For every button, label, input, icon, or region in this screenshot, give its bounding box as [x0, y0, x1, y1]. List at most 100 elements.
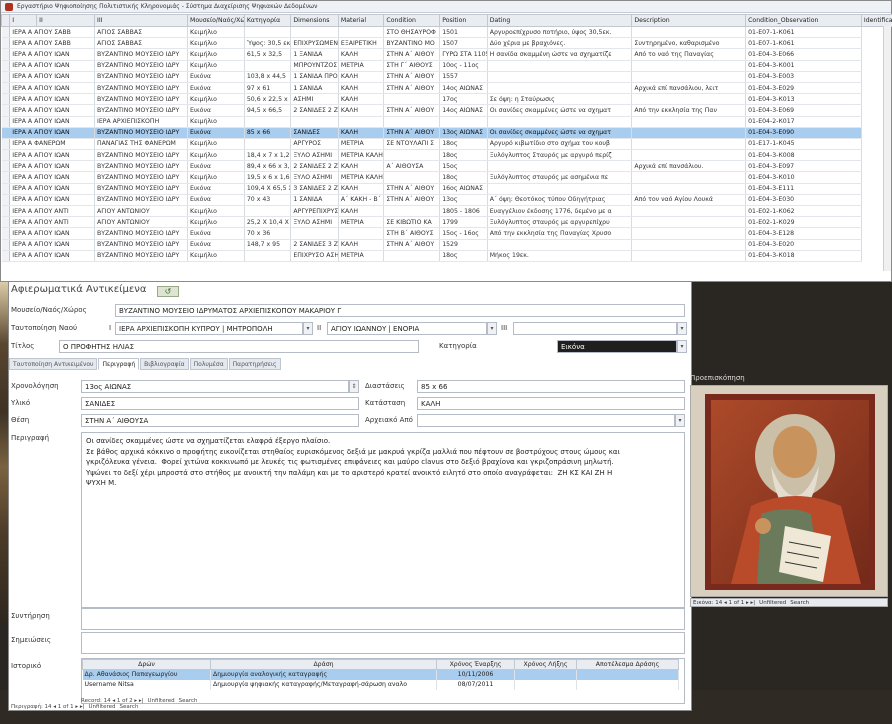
select-all-cell[interactable] [0, 14, 11, 27]
church-i-field[interactable]: ΙΕΡΑ ΑΡΧΙΕΠΙΣΚΟΠΗ ΚΥΠΡΟΥ | ΜΗΤΡΟΠΟΛΗ [115, 322, 303, 335]
table-cell[interactable]: ΙΕΡΑ Α ΑΓΙΟΥ ΙΩΑΝ [9, 183, 96, 195]
tab-description[interactable]: Περιγραφή [98, 358, 140, 370]
table-cell[interactable]: Από το ναό της Παναγίας [631, 48, 747, 61]
row-selector[interactable] [1, 227, 11, 240]
table-cell[interactable]: ΓΥΡΩ ΣΤΑ 1105 [439, 48, 488, 61]
table-cell[interactable] [631, 26, 747, 39]
table-cell[interactable] [631, 183, 747, 195]
form-search-box[interactable]: Search [120, 704, 139, 710]
table-cell[interactable] [631, 250, 747, 262]
table-cell[interactable]: Αργυρό κιβωτίδιο στο σχήμα του κουβ [487, 138, 633, 151]
table-cell[interactable]: Κειμήλιο [187, 48, 245, 61]
history-col-actor[interactable]: Δρών [82, 659, 211, 670]
col-header-condition[interactable]: Condition [383, 14, 441, 27]
preview-record-nav[interactable]: Εικόνα: 14 ◂ 1 of 1 ▸ ▸| [693, 600, 755, 606]
museum-field[interactable]: ΒΥΖΑΝΤΙΝΟ ΜΟΥΣΕΙΟ ΙΔΡΥΜΑΤΟΣ ΑΡΧΙΕΠΙΣΚΟΠΟ… [115, 304, 685, 317]
table-cell[interactable]: 2 ΣΑΝΙΔΕΣ 2 ΖΥΓ [290, 160, 339, 173]
table-cell[interactable]: ΙΕΡΑ Α ΑΓΙΟΥ ΙΩΑΝ [9, 127, 96, 139]
table-row[interactable]: ΙΕΡΑ Α ΑΓΙΟΥ ΙΩΑΝ ΙΕΡΑ ΑΡΧΙΕΠΙΣΚΟΠΗ Κειμήλ… [1, 116, 892, 128]
history-col-result[interactable]: Αποτέλεσμα Δράσης [576, 659, 679, 670]
col-header-condition-observation[interactable]: Condition_Observation [745, 14, 862, 27]
history-cell[interactable]: Δημιουργία αναλογικής καταγραφής [210, 669, 437, 680]
table-cell[interactable]: Κειμήλιο [187, 216, 245, 229]
table-cell[interactable]: 1799 [439, 216, 488, 229]
history-col-action[interactable]: Δράση [210, 659, 437, 670]
table-cell[interactable]: Δύο χέρια με βραχιόνες. [487, 37, 633, 50]
table-cell[interactable]: 18ος [439, 149, 488, 162]
table-row[interactable]: ΙΕΡΑ Α ΑΓΙΟΥ ΙΩΑΝ ΒΥΖΑΝΤΙΝΟ ΜΟΥΣΕΙΟ ΙΔΡΥ Ε… [1, 194, 892, 207]
table-cell[interactable]: Α΄ ΑΙΘΟΥΣΑ [383, 160, 441, 173]
table-cell[interactable]: 1 ΣΑΝΙΔΑ [290, 82, 339, 95]
table-cell[interactable]: Κειμήλιο [187, 250, 245, 262]
table-cell[interactable]: ΚΑΛΗ [338, 104, 385, 117]
row-selector[interactable] [1, 93, 11, 106]
row-selector[interactable] [1, 138, 11, 151]
table-cell[interactable]: ΒΥΖΑΝΤΙΝΟ ΜΟΥΣΕΙΟ ΙΔΡΥ [94, 160, 189, 173]
history-cell[interactable]: Username Nitsa [82, 679, 211, 690]
table-cell[interactable]: 01-Ε04-3-Е111 [745, 183, 862, 195]
table-cell[interactable]: ΞΥΛΟ ΑΣΗΜΙ [290, 216, 339, 229]
history-row[interactable]: Username Nitsa Δημιουργία ψηφιακής καταγ… [82, 679, 679, 690]
table-cell[interactable]: Κειμήλιο [187, 116, 245, 128]
condition-field[interactable]: ΚΑΛΗ [417, 397, 685, 410]
history-cell[interactable]: 10/11/2006 [436, 669, 515, 680]
table-cell[interactable] [487, 116, 633, 128]
table-cell[interactable]: 148,7 x 95 [244, 239, 292, 251]
table-cell[interactable]: ΙΕΡΑ Α ΑΓΙΟΥ ΙΩΑΝ [9, 239, 96, 251]
table-row[interactable]: ΙΕΡΑ Α ΑΓΙΟΥ ΙΩΑΝ ΒΥΖΑΝΤΙΝΟ ΜΟΥΣΕΙΟ ΙΔΡΥ Ε… [1, 71, 892, 83]
table-cell[interactable]: 70 x 43 [244, 194, 292, 207]
table-cell[interactable]: 19,5 x 6 x 1,6 [244, 171, 292, 184]
table-cell[interactable]: ΜΕΤΡΙΑ ΚΑΛΗ [338, 171, 385, 184]
archive-field[interactable] [417, 414, 675, 427]
table-cell[interactable]: 50,6 x 22,5 x 2, [244, 93, 292, 106]
church-iii-dropdown[interactable]: ▾ [677, 322, 687, 335]
table-cell[interactable]: ΣΤΗΝ Α΄ ΑΙΘΟΥ [383, 127, 441, 139]
table-cell[interactable]: 01-Ε04-2-К017 [745, 116, 862, 128]
row-selector[interactable] [1, 205, 11, 218]
table-cell[interactable] [383, 116, 441, 128]
table-cell[interactable]: ΣΤΗΝ Α΄ ΑΙΘΟΥ [383, 183, 441, 195]
history-row[interactable]: Δρ. Αθανάσιος Παπαγεωργίου Δημιουργία αν… [82, 669, 679, 680]
table-cell[interactable]: ΙΕΡΑ Α ΦΑΝΕΡΩΜ [9, 138, 96, 151]
table-cell[interactable]: 01-Ε04-3-Е020 [745, 239, 862, 251]
table-cell[interactable] [487, 183, 633, 195]
table-cell[interactable]: 18ος [439, 171, 488, 184]
table-cell[interactable]: Συντηρημένο, καθαρισμένο [631, 37, 747, 50]
table-cell[interactable] [244, 26, 292, 39]
table-cell[interactable]: Κειμήλιο [187, 26, 245, 39]
table-cell[interactable]: ΑΓΙΟΣ ΣΑΒΒΑΣ [94, 26, 189, 39]
table-row[interactable]: ΙΕΡΑ Α ΑΓΙΟΥ ΙΩΑΝ ΒΥΖΑΝΤΙΝΟ ΜΟΥΣΕΙΟ ΙΔΡΥ Ε… [1, 227, 892, 240]
table-cell[interactable]: 109,4 X 65,5 X 3, [244, 183, 292, 195]
row-selector[interactable] [1, 239, 11, 251]
table-cell[interactable]: 13ος [439, 194, 488, 207]
table-cell[interactable]: Από την εκκλησία της Παν [631, 104, 747, 117]
table-cell[interactable]: ΒΥΖΑΝΤΙΝΟ ΜΟ [383, 37, 441, 50]
table-cell[interactable]: Ύψος: 30,5 εκ., [244, 37, 292, 50]
table-cell[interactable] [631, 205, 747, 218]
table-cell[interactable]: 97 x 61 [244, 82, 292, 95]
window-titlebar[interactable]: Εργαστήριο Ψηφιοποίησης Πολιτιστικής Κλη… [1, 1, 891, 13]
tab-observations[interactable]: Παρατηρήσεις [228, 358, 281, 370]
table-cell[interactable]: ΣΕ ΚΙΒΩΤΙΟ ΚΑ [383, 216, 441, 229]
table-cell[interactable]: Κειμήλιο [187, 149, 245, 162]
table-cell[interactable]: 01-Ε02-1-К029 [745, 216, 862, 229]
row-selector[interactable] [1, 183, 11, 195]
table-cell[interactable]: 01-Ε04-3-Е069 [745, 104, 862, 117]
table-cell[interactable]: 01-Ε04-3-Е128 [745, 227, 862, 240]
table-cell[interactable]: ΣΤΗ Γ΄ ΑΙΘΟΥΣ [383, 60, 441, 72]
table-cell[interactable]: Η σανίδα σκαμμένη ώστε να σχηματίζε [487, 48, 633, 61]
table-cell[interactable]: 01-Ε04-3-Е030 [745, 194, 862, 207]
table-cell[interactable]: 85 x 66 [244, 127, 292, 139]
table-cell[interactable]: Εικόνα [187, 127, 245, 139]
tab-multimedia[interactable]: Πολυμέσα [189, 358, 228, 370]
table-cell[interactable]: Από τον ναό Αγίου Λουκά [631, 194, 747, 207]
table-cell[interactable]: 01-Ε04-3-Е029 [745, 82, 862, 95]
table-cell[interactable]: ΕΞΑΙΡΕΤΙΚΗ [338, 37, 385, 50]
table-cell[interactable]: ΑΡΓΥΡΟΣ [290, 138, 339, 151]
table-cell[interactable]: ΣΤΗΝ Α΄ ΑΙΘΟΥ [383, 104, 441, 117]
table-cell[interactable]: ΒΥΖΑΝΤΙΝΟ ΜΟΥΣΕΙΟ ΙΔΡΥ [94, 171, 189, 184]
table-cell[interactable]: 103,8 x 44,5 [244, 71, 292, 83]
table-cell[interactable] [338, 26, 385, 39]
table-cell[interactable]: ΣΤΗΝ Α΄ ΑΙΘΟΥ [383, 82, 441, 95]
history-col-start[interactable]: Χρόνος Έναρξης [436, 659, 515, 670]
